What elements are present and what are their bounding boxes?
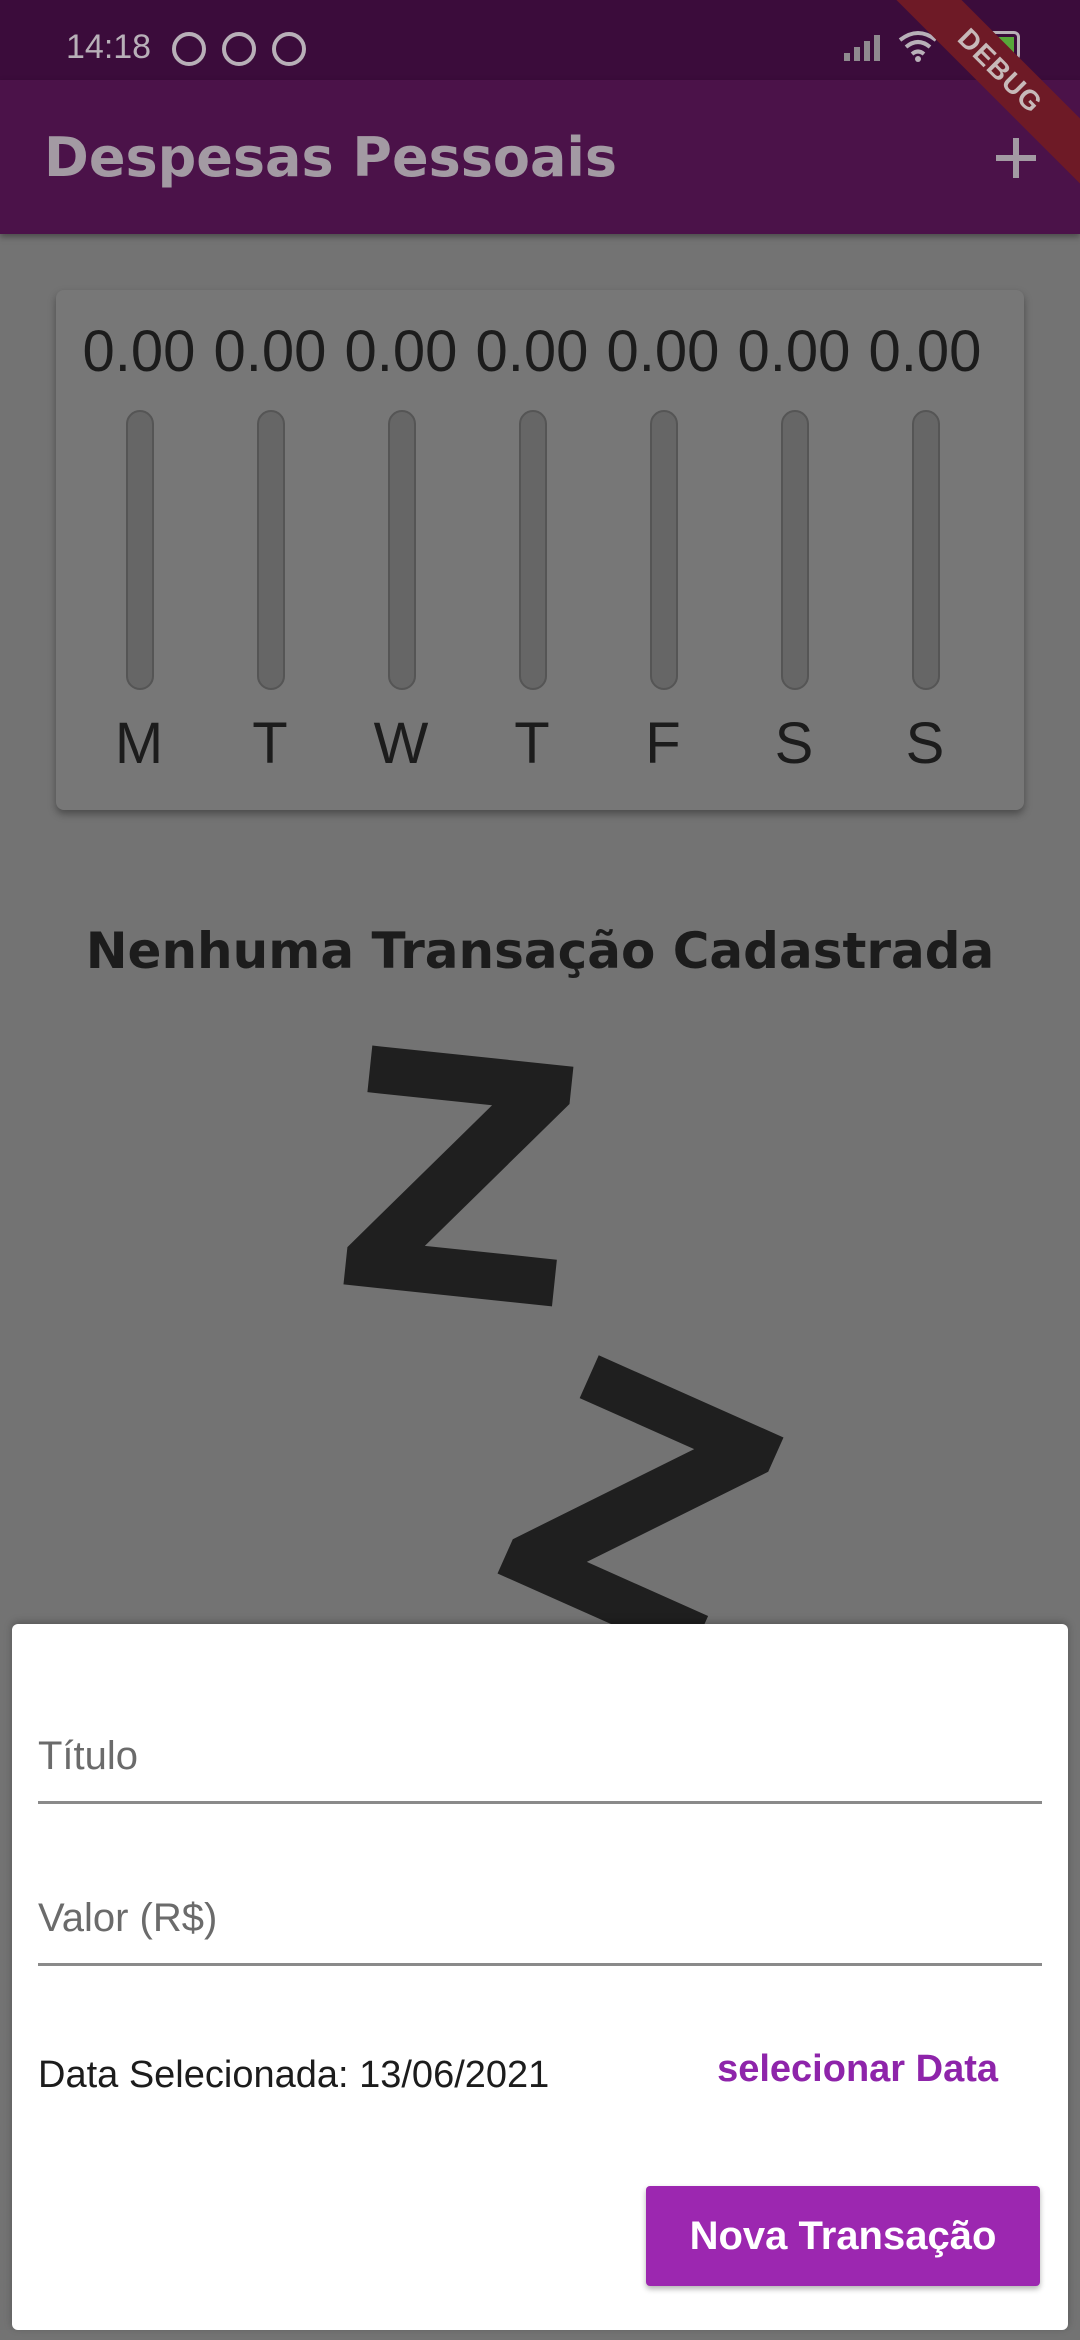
chart-day-column: 0.00 F: [598, 290, 728, 810]
alarm-icon: [172, 32, 206, 66]
title-input[interactable]: [38, 1721, 1042, 1791]
chart-day-column: 0.00 S: [860, 290, 990, 810]
chart-day-column: 0.00 T: [467, 290, 597, 810]
chart-value-label: 0.00: [82, 319, 196, 384]
chart-bar: [519, 410, 547, 690]
sleep-z-image: Z: [320, 978, 599, 1386]
value-field: [38, 1846, 1042, 1966]
chart-day-column: 0.00 M: [74, 290, 204, 810]
chart-bar: [781, 410, 809, 690]
signal-icon: [844, 31, 880, 61]
chart-value-label: 0.00: [344, 319, 458, 384]
chart-day-column: 0.00 T: [205, 290, 335, 810]
chart-bar: [388, 410, 416, 690]
sync-icon: [222, 32, 256, 66]
chart-bar: [650, 410, 678, 690]
title-field: [38, 1684, 1042, 1804]
chart-day-label: T: [514, 711, 550, 776]
app-title: Despesas Pessoais: [44, 126, 618, 189]
chart-bar: [257, 410, 285, 690]
chart-day-label: F: [645, 711, 681, 776]
chart-value-label: 0.00: [737, 319, 851, 384]
app-bar: Despesas Pessoais: [0, 80, 1080, 234]
chart-day-label: S: [774, 711, 814, 776]
chart-day-column: 0.00 S: [729, 290, 859, 810]
chart-bar: [126, 410, 154, 690]
new-transaction-sheet: Data Selecionada: 13/06/2021 selecionar …: [12, 1624, 1068, 2330]
chart-day-label: M: [114, 711, 164, 776]
chart-value-label: 0.00: [475, 319, 589, 384]
weekly-chart-card: 0.00 M 0.00 T 0.00 W 0.00 T 0.00 F 0.00 S 0.00 S: [56, 290, 1024, 810]
empty-state-title: Nenhuma Transação Cadastrada: [85, 922, 995, 980]
select-date-button[interactable]: selecionar Data: [717, 2048, 998, 2091]
chart-bar: [912, 410, 940, 690]
chart-day-column: 0.00 W: [336, 290, 466, 810]
chart-value-label: 0.00: [213, 319, 327, 384]
chart-day-label: W: [373, 711, 429, 776]
chart-value-label: 0.00: [606, 319, 720, 384]
chart-day-label: S: [905, 711, 945, 776]
selected-date-label: Data Selecionada: 13/06/2021: [38, 2054, 550, 2096]
sync-icon: [272, 32, 306, 66]
new-transaction-button[interactable]: Nova Transação: [646, 2186, 1040, 2286]
status-time: 14:18: [66, 28, 152, 66]
chart-day-label: T: [252, 711, 288, 776]
value-input[interactable]: [38, 1883, 1042, 1953]
chart-value-label: 0.00: [868, 319, 982, 384]
